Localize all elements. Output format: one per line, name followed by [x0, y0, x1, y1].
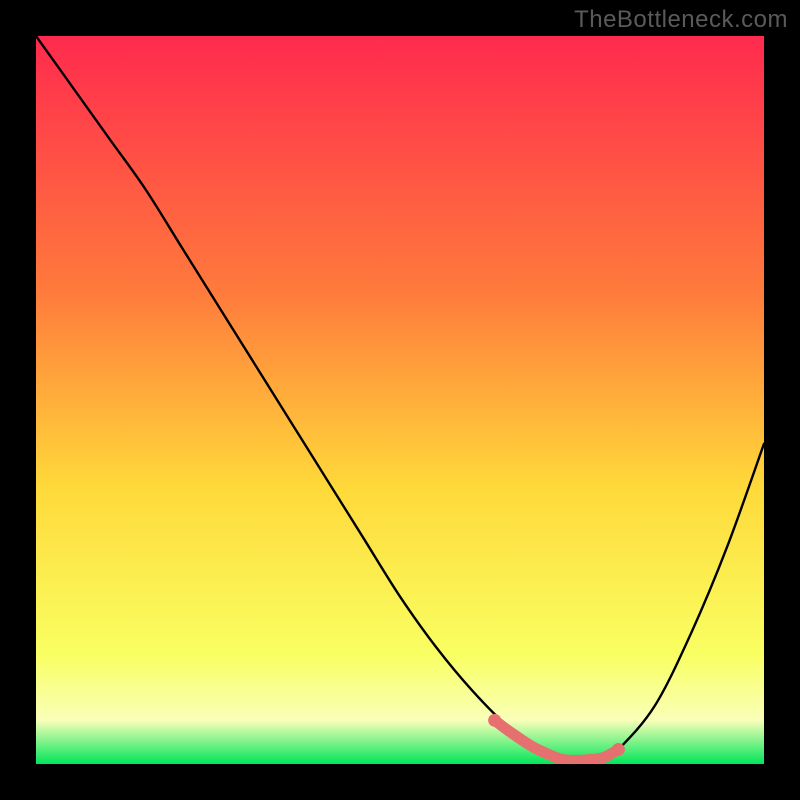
plot-area	[36, 36, 764, 764]
watermark-text: TheBottleneck.com	[574, 6, 788, 34]
chart-svg	[36, 36, 764, 764]
optimal-range-end-dot	[612, 743, 625, 756]
optimal-range-start-dot	[488, 714, 501, 727]
gradient-background	[36, 36, 764, 764]
chart-frame: TheBottleneck.com	[0, 0, 800, 800]
